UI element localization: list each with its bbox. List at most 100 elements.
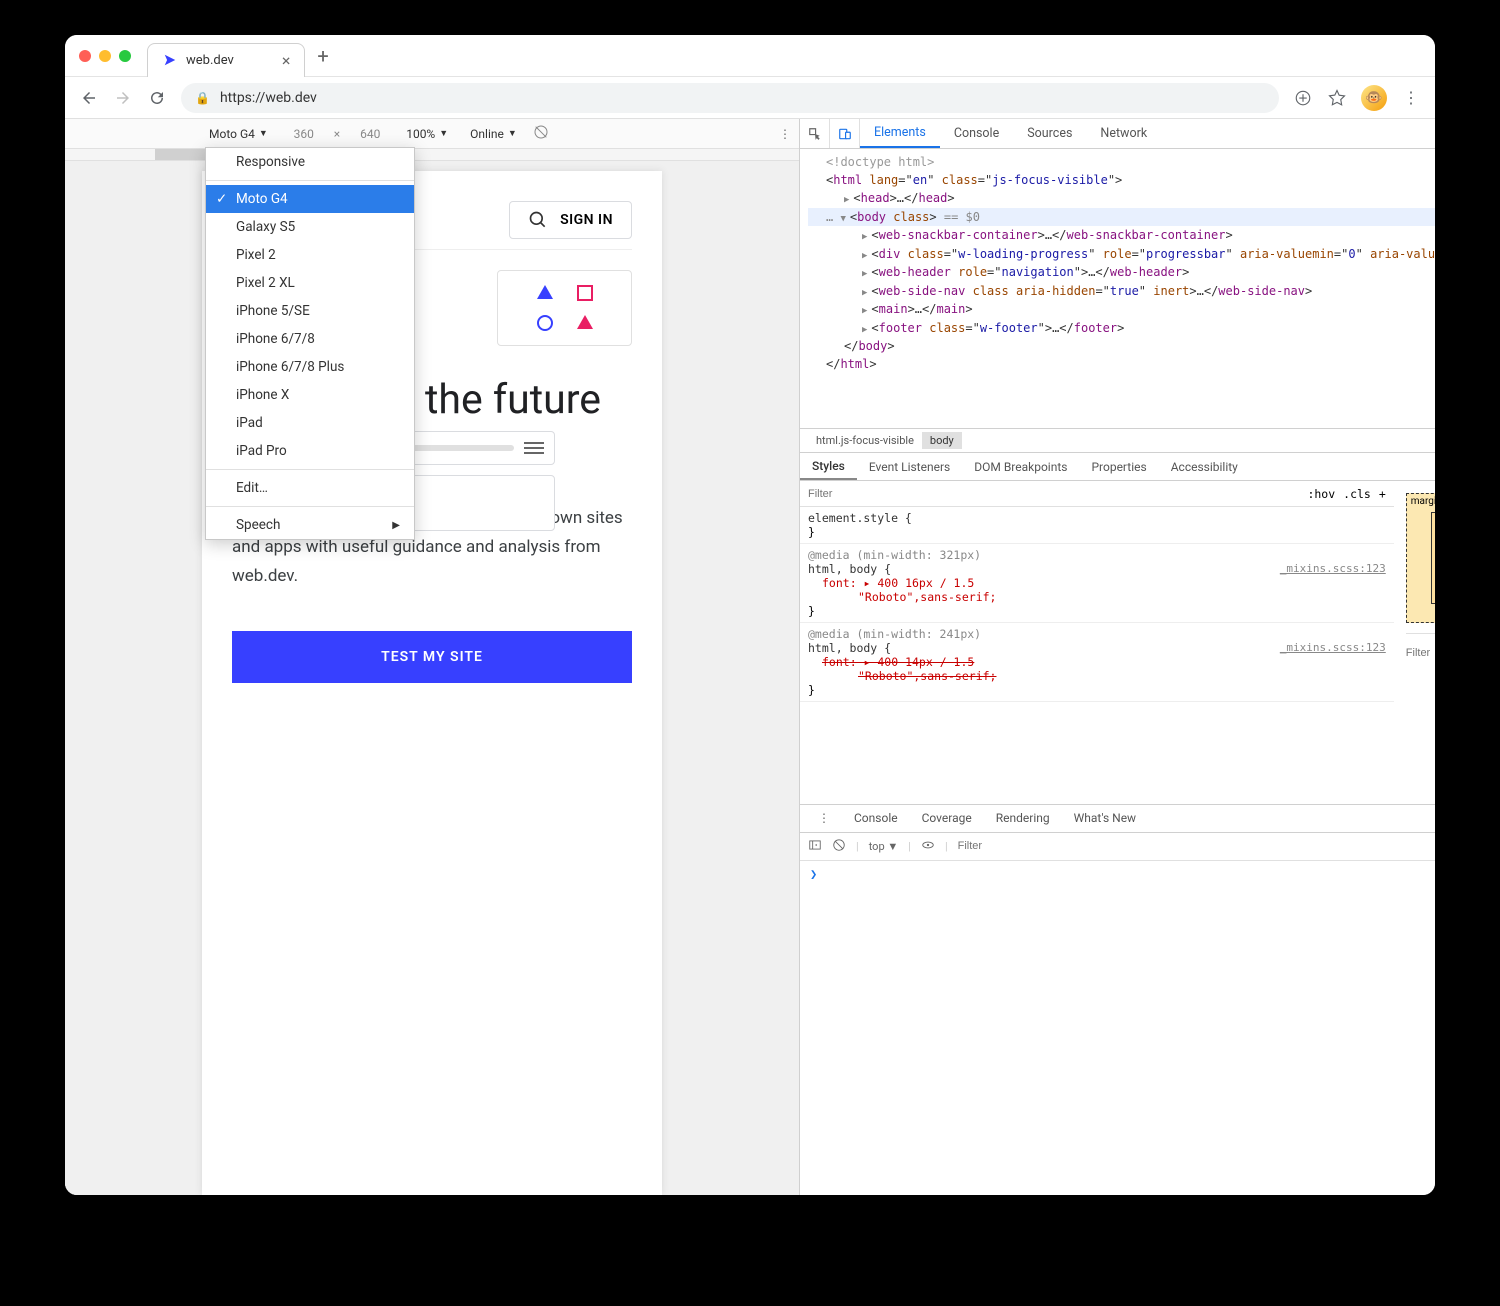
maximize-window[interactable] <box>119 50 131 62</box>
address-bar: 🔒 https://web.dev 🐵 ⋮ <box>65 77 1435 119</box>
dd-iphone-678-plus[interactable]: iPhone 6/7/8 Plus <box>206 353 414 381</box>
tab-favicon <box>162 52 178 68</box>
hov-toggle[interactable]: :hov <box>1307 487 1335 501</box>
css-source-link[interactable]: _mixins.scss:123 <box>1280 562 1386 575</box>
hamburger-icon <box>524 442 544 454</box>
square-icon <box>577 285 593 301</box>
dd-responsive[interactable]: Responsive <box>206 148 414 176</box>
tab-sources[interactable]: Sources <box>1013 119 1086 148</box>
minimize-window[interactable] <box>99 50 111 62</box>
back-button[interactable] <box>79 88 99 108</box>
device-menu-icon[interactable]: ⋮ <box>779 127 791 141</box>
cta-button[interactable]: TEST MY SITE <box>232 631 632 683</box>
dd-iphone-5se[interactable]: iPhone 5/SE <box>206 297 414 325</box>
throttle-selector[interactable]: Online ▼ <box>464 125 523 143</box>
dd-iphone-x[interactable]: iPhone X <box>206 381 414 409</box>
toolbar-right: 🐵 ⋮ <box>1293 85 1421 111</box>
computed-filter-input[interactable] <box>1406 647 1435 659</box>
dd-speech[interactable]: Speech <box>206 511 414 539</box>
bm-margin: margin - border padding- 360 × 7729.700 … <box>1406 493 1435 623</box>
styles-filter-input[interactable] <box>808 488 1299 500</box>
drawer-whatsnew[interactable]: What's New <box>1062 811 1148 825</box>
css-prop: font: ▸ 400 16px / 1.5 <box>822 576 974 590</box>
dropdown-separator <box>206 180 414 181</box>
cls-toggle[interactable]: .cls <box>1343 487 1371 501</box>
triangle-icon <box>537 285 553 299</box>
profile-avatar[interactable]: 🐵 <box>1361 85 1387 111</box>
install-icon[interactable] <box>1293 88 1313 108</box>
console-filter-input[interactable] <box>958 840 1435 852</box>
drawer-tabs: ⋮ Console Coverage Rendering What's New … <box>800 805 1435 833</box>
browser-tab[interactable]: web.dev × <box>147 43 305 77</box>
dd-moto-g4[interactable]: Moto G4 <box>206 185 414 213</box>
breadcrumb-item[interactable]: html.js-focus-visible <box>808 432 922 449</box>
dd-speech-label: Speech <box>236 517 280 533</box>
drawer-rendering[interactable]: Rendering <box>984 811 1062 825</box>
breadcrumb-item[interactable]: body <box>922 432 962 449</box>
drawer-menu-icon[interactable]: ⋮ <box>806 811 842 825</box>
new-tab-button[interactable]: + <box>317 44 328 68</box>
url-box[interactable]: 🔒 https://web.dev <box>181 83 1279 113</box>
titlebar: web.dev × + <box>65 35 1435 77</box>
tab-elements[interactable]: Elements <box>860 119 940 148</box>
console-body[interactable]: ❯ <box>800 861 1435 1196</box>
styles-tab-listeners[interactable]: Event Listeners <box>857 460 962 474</box>
bm-border: border padding- 360 × 7729.700 - <box>1431 512 1435 604</box>
css-rule: element.style { } <box>800 507 1394 544</box>
device-emulator: Moto G4 ▼ 360 × 640 100% ▼ Online ▼ ⋮ <box>65 119 800 1195</box>
dd-ipad-pro[interactable]: iPad Pro <box>206 437 414 465</box>
close-tab-icon[interactable]: × <box>282 51 291 70</box>
shapes-card <box>497 270 632 346</box>
close-window[interactable] <box>79 50 91 62</box>
console-sidebar-icon[interactable] <box>808 838 822 855</box>
tab-network[interactable]: Network <box>1086 119 1161 148</box>
elements-tree[interactable]: <!doctype html> <html lang="en" class="j… <box>800 149 1435 429</box>
clear-console-icon[interactable] <box>832 838 846 855</box>
styles-tab-properties[interactable]: Properties <box>1079 460 1158 474</box>
dd-iphone-678[interactable]: iPhone 6/7/8 <box>206 325 414 353</box>
reload-button[interactable] <box>147 88 167 108</box>
dd-pixel-2-xl[interactable]: Pixel 2 XL <box>206 269 414 297</box>
content-area: Moto G4 ▼ 360 × 640 100% ▼ Online ▼ ⋮ <box>65 119 1435 1195</box>
browser-menu-icon[interactable]: ⋮ <box>1401 88 1421 108</box>
live-expression-icon[interactable] <box>921 838 935 855</box>
styles-rules[interactable]: :hov .cls + element.style { } @media (mi… <box>800 481 1394 804</box>
css-selector: html, body { <box>808 641 891 655</box>
styles-filter-bar: :hov .cls + <box>800 481 1394 507</box>
device-toolbar: Moto G4 ▼ 360 × 640 100% ▼ Online ▼ ⋮ <box>65 119 799 149</box>
styles-tab-styles[interactable]: Styles <box>800 453 857 480</box>
forward-button[interactable] <box>113 88 133 108</box>
context-selector[interactable]: top ▼ <box>869 840 899 853</box>
dd-ipad[interactable]: iPad <box>206 409 414 437</box>
styles-tabs: Styles Event Listeners DOM Breakpoints P… <box>800 453 1435 481</box>
tab-console[interactable]: Console <box>940 119 1013 148</box>
search-icon <box>528 210 548 230</box>
bookmark-star-icon[interactable] <box>1327 88 1347 108</box>
styles-tab-breakpoints[interactable]: DOM Breakpoints <box>962 460 1079 474</box>
width-input[interactable]: 360 <box>284 127 324 141</box>
dd-edit[interactable]: Edit… <box>206 474 414 502</box>
css-media: @media (min-width: 241px) <box>808 627 1386 641</box>
css-source-link[interactable]: _mixins.scss:123 <box>1280 641 1386 654</box>
card-row <box>512 315 617 331</box>
css-rule: @media (min-width: 321px) html, body {_m… <box>800 544 1394 623</box>
circle-icon <box>537 315 553 331</box>
drawer-console[interactable]: Console <box>842 811 910 825</box>
device-selector[interactable]: Moto G4 ▼ <box>203 125 274 143</box>
elements-breadcrumb: html.js-focus-visible body <box>800 429 1435 453</box>
dd-galaxy-s5[interactable]: Galaxy S5 <box>206 213 414 241</box>
url-text: https://web.dev <box>220 90 317 106</box>
styles-tab-accessibility[interactable]: Accessibility <box>1159 460 1250 474</box>
height-input[interactable]: 640 <box>350 127 390 141</box>
drawer-coverage[interactable]: Coverage <box>910 811 984 825</box>
rotate-icon[interactable] <box>533 124 549 143</box>
device-toggle-icon[interactable] <box>830 119 860 148</box>
device-dropdown: Responsive Moto G4 Galaxy S5 Pixel 2 Pix… <box>205 147 415 540</box>
zoom-selector[interactable]: 100% ▼ <box>400 125 454 143</box>
css-selector: html, body { <box>808 562 891 576</box>
add-rule-icon[interactable]: + <box>1379 487 1386 501</box>
inspect-icon[interactable] <box>800 119 830 148</box>
signin-button[interactable]: SIGN IN <box>509 201 632 239</box>
browser-window: web.dev × + 🔒 https://web.dev 🐵 ⋮ Moto G… <box>65 35 1435 1195</box>
dd-pixel-2[interactable]: Pixel 2 <box>206 241 414 269</box>
